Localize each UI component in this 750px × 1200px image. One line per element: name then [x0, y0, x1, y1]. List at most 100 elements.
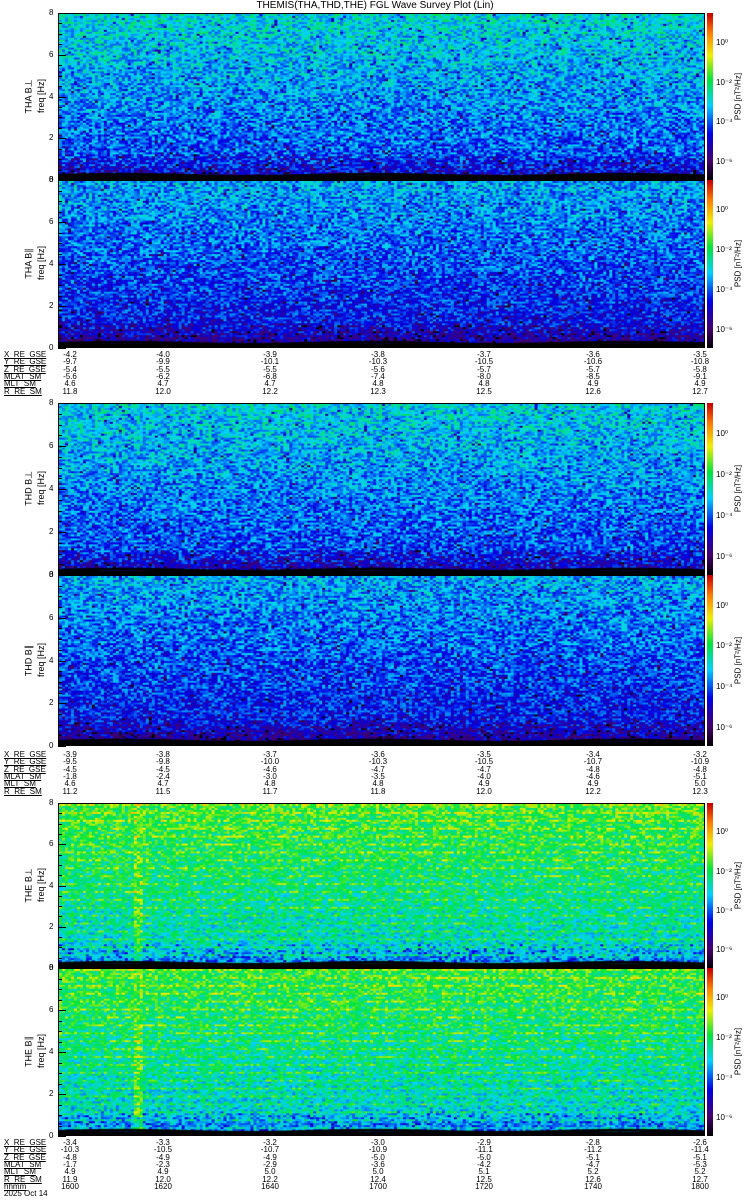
- y-tick-mark: [58, 660, 66, 662]
- y-tick-mark: [58, 1062, 62, 1064]
- y-tick-mark: [58, 813, 62, 815]
- y-tick-mark: [58, 746, 66, 747]
- colorbar: [707, 803, 713, 968]
- y-tick-label: 2: [49, 301, 54, 310]
- spectrogram-panel: [58, 13, 705, 180]
- orbit-value: 12.3: [370, 386, 386, 396]
- y-tick-mark: [58, 424, 62, 426]
- y-tick-mark: [58, 1125, 62, 1127]
- panel-label: THE B∥: [23, 1036, 34, 1068]
- y-tick-mark: [58, 169, 62, 171]
- y-tick-mark: [58, 180, 66, 181]
- y-tick-label: 6: [49, 839, 54, 849]
- panel-label: THD B∥: [23, 644, 34, 676]
- orbit-value: 11.2: [62, 786, 78, 796]
- colorbar-tick-label: 10⁻⁴: [716, 681, 733, 691]
- y-tick-mark: [58, 264, 66, 265]
- y-tick-mark: [58, 596, 62, 598]
- y-tick-mark: [58, 649, 62, 651]
- colorbar-tick-label: 10⁻²: [716, 469, 732, 479]
- y-tick-mark: [58, 306, 66, 307]
- y-tick-mark: [58, 926, 66, 928]
- orbit-row-label: R_RE_SM: [4, 386, 42, 396]
- y-tick-mark: [58, 510, 62, 512]
- y-tick-label: 0: [49, 343, 54, 352]
- colorbar-label: PSD [nT²/Hz]: [733, 72, 743, 120]
- y-tick-mark: [58, 1041, 62, 1043]
- y-tick-label: 8: [49, 570, 54, 579]
- y-tick-mark: [58, 681, 62, 683]
- y-tick-label: 4: [49, 655, 54, 665]
- orbit-value: 12.6: [585, 386, 601, 396]
- spectrogram-heatmap: [59, 404, 704, 574]
- y-tick-mark: [58, 1010, 66, 1011]
- y-tick-label: 0: [49, 1131, 54, 1140]
- wave-survey-plot: THEMIS(THA,THD,THE) FGL Wave Survey Plot…: [0, 0, 750, 1200]
- y-tick-mark: [58, 348, 66, 349]
- orbit-value: 12.5: [476, 386, 492, 396]
- y-tick-label: 8: [49, 963, 54, 972]
- y-tick-mark: [58, 33, 62, 35]
- y-tick-label: 8: [49, 175, 54, 184]
- y-tick-mark: [58, 1052, 66, 1053]
- orbit-value: 11.8: [370, 786, 386, 796]
- y-tick-label: 2: [49, 133, 54, 143]
- y-tick-label: 2: [49, 1089, 54, 1098]
- y-tick-label: 8: [49, 8, 54, 17]
- y-tick-label: 6: [49, 1005, 54, 1014]
- colorbar-tick-label: 10⁰: [716, 827, 729, 837]
- y-tick-label: 8: [49, 798, 54, 807]
- y-tick-mark: [58, 403, 66, 404]
- colorbar-tick-label: 10⁻⁶: [716, 1113, 733, 1122]
- y-tick-mark: [58, 253, 62, 255]
- y-tick-mark: [58, 844, 66, 846]
- y-tick-mark: [58, 585, 62, 587]
- spectrogram-heatmap: [59, 804, 704, 967]
- y-tick-mark: [58, 999, 62, 1001]
- y-tick-label: 0: [49, 741, 54, 750]
- colorbar-tick-label: 10⁻⁴: [716, 117, 733, 127]
- colorbar-label: PSD [nT²/Hz]: [733, 861, 743, 909]
- y-tick-mark: [58, 499, 62, 501]
- y-tick-mark: [58, 489, 66, 490]
- colorbar: [707, 575, 713, 746]
- colorbar-label: PSD [nT²/Hz]: [733, 636, 743, 684]
- plot-title: THEMIS(THA,THD,THE) FGL Wave Survey Plot…: [256, 0, 494, 11]
- colorbar-tick-label: 10⁻²: [716, 641, 732, 651]
- spectrogram-heatmap: [59, 14, 704, 179]
- colorbar-tick-label: 10⁻²: [716, 866, 732, 876]
- y-tick-mark: [58, 713, 62, 715]
- colorbar-tick-label: 10⁻⁶: [716, 325, 733, 334]
- colorbar-tick-label: 10⁰: [716, 205, 729, 214]
- panel-label: THA B∥: [23, 248, 34, 279]
- y-tick-label: 4: [49, 1047, 54, 1056]
- y-axis-label: freq [Hz]: [36, 78, 46, 113]
- colorbar-tick-label: 10⁻²: [716, 245, 732, 254]
- y-tick-mark: [58, 1136, 66, 1137]
- y-tick-mark: [58, 44, 62, 46]
- y-tick-mark: [58, 1104, 62, 1106]
- colorbar-tick-label: 10⁻⁶: [716, 551, 733, 561]
- spectrogram-panel: [58, 968, 705, 1136]
- orbit-value: 1700: [369, 1181, 387, 1191]
- y-tick-mark: [58, 978, 62, 980]
- orbit-value: 1740: [584, 1181, 602, 1191]
- colorbar: [707, 180, 713, 348]
- y-tick-mark: [58, 13, 66, 14]
- y-tick-mark: [58, 692, 62, 694]
- y-tick-mark: [58, 703, 66, 705]
- y-tick-mark: [58, 478, 62, 480]
- y-tick-mark: [58, 106, 62, 108]
- y-tick-mark: [58, 65, 62, 67]
- y-tick-mark: [58, 947, 62, 949]
- y-tick-mark: [58, 575, 66, 576]
- y-tick-mark: [58, 671, 62, 673]
- y-tick-mark: [58, 1115, 62, 1116]
- y-tick-mark: [58, 96, 66, 98]
- y-tick-mark: [58, 222, 66, 223]
- y-tick-mark: [58, 211, 62, 213]
- colorbar-label: PSD [nT²/Hz]: [733, 464, 743, 513]
- orbit-value: 1600: [61, 1181, 79, 1191]
- colorbar-tick-label: 10⁰: [716, 600, 729, 610]
- y-tick-mark: [58, 833, 62, 835]
